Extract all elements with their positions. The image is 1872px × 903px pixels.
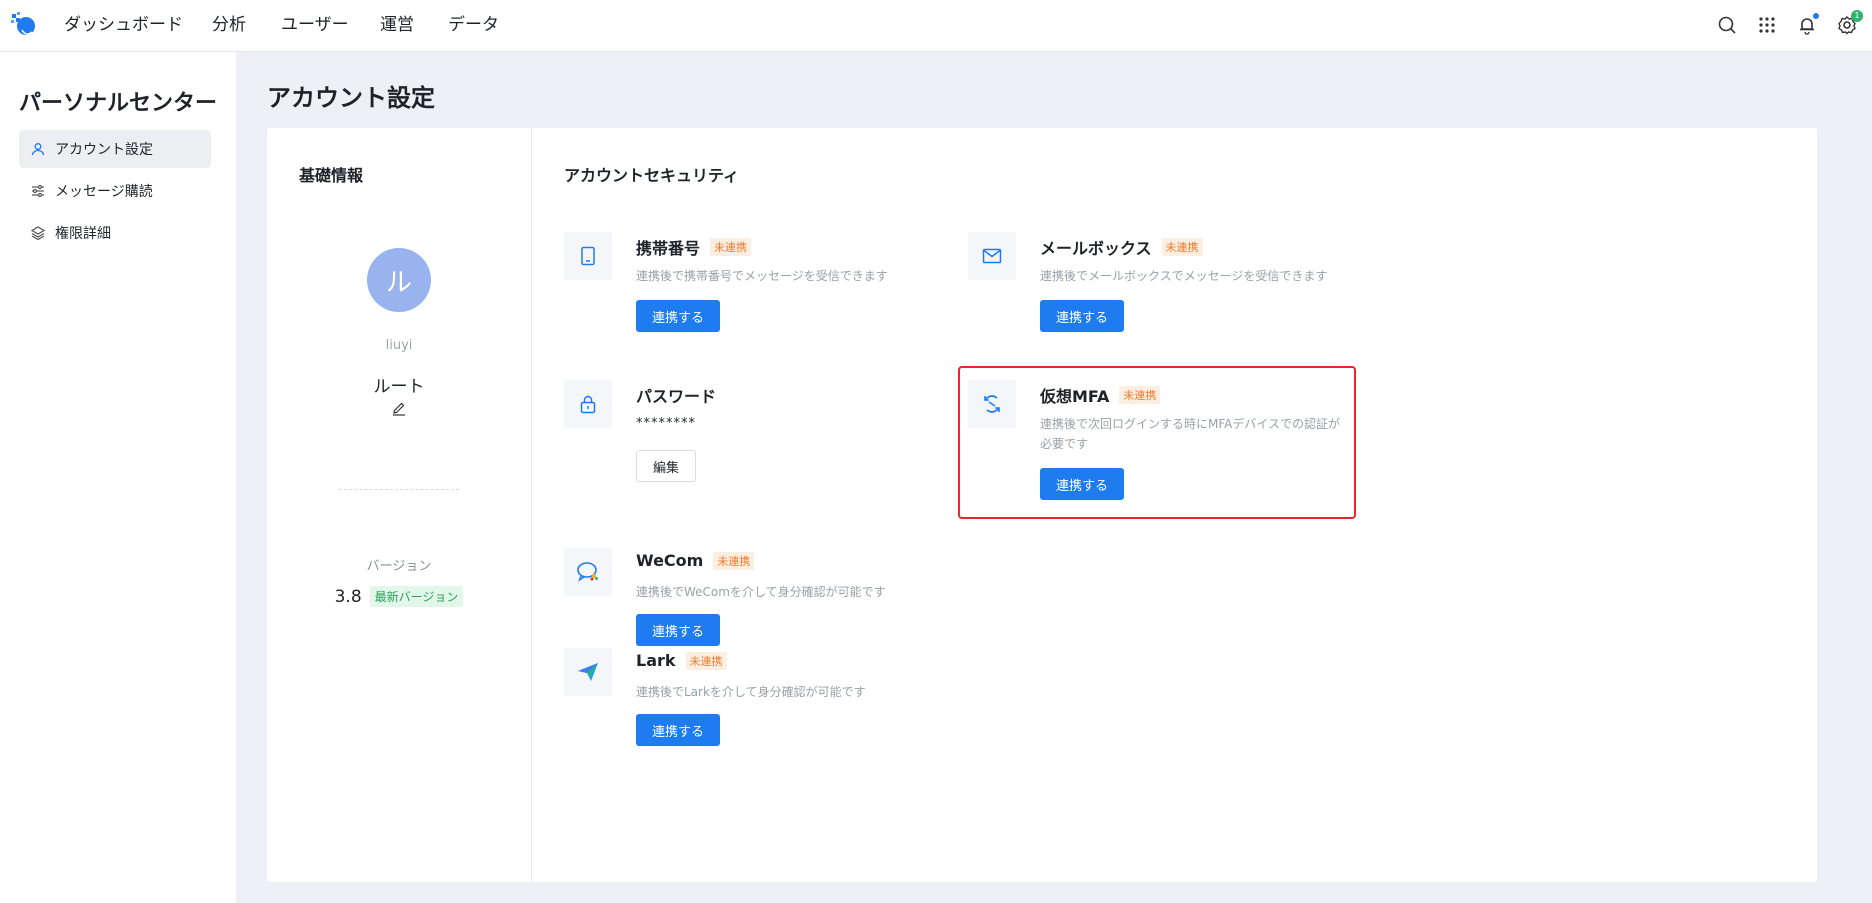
link-wecom-button[interactable]: 連携する (636, 614, 721, 646)
wecom-binding-item: WeCom 未連携 連携後でWeComを介して身分確認が可能です 連携する (564, 548, 924, 646)
phone-binding-item: 携帯番号 未連携 連携後で携帯番号でメッセージを受信できます 連携する (564, 232, 924, 342)
account-settings-card: 基礎情報 ル liuyi ルート バージョン 3.8 最新バージョン アカウント… (267, 128, 1817, 882)
avatar[interactable]: ル (367, 248, 431, 312)
unlinked-tag: 未連携 (1119, 386, 1161, 404)
settings-badge: 1 (1851, 10, 1863, 22)
item-description: 連携後でメールボックスでメッセージを受信できます (1040, 269, 1328, 283)
apps-grid-icon[interactable] (1754, 12, 1780, 38)
sidebar-item-label: メッセージ購読 (55, 184, 153, 200)
role-name: ルート (373, 377, 425, 397)
notification-dot (1813, 13, 1819, 19)
wecom-icon (564, 548, 612, 596)
nav-users[interactable]: ユーザー (281, 14, 349, 36)
item-title: 携帯番号 未連携 (636, 235, 752, 259)
link-phone-button[interactable]: 連携する (636, 300, 721, 332)
item-title: Lark 未連携 (636, 651, 727, 670)
nav-operations[interactable]: 運営 (380, 14, 414, 36)
basic-info-title: 基礎情報 (299, 166, 364, 185)
mailbox-binding-item: メールボックス 未連携 連携後でメールボックスでメッセージを受信できます 連携する (968, 232, 1348, 342)
lock-icon (564, 380, 612, 428)
sidebar-title: パーソナルセンター (19, 91, 218, 116)
phone-icon (564, 232, 612, 280)
unlinked-tag: 未連携 (685, 651, 727, 670)
version-row: 3.8 最新バージョン (267, 586, 531, 607)
version-number: 3.8 (334, 586, 362, 607)
password-mask: ******** (636, 416, 696, 431)
layers-icon (29, 224, 47, 242)
nav-analysis[interactable]: 分析 (212, 14, 246, 36)
top-nav: ダッシュボード 分析 ユーザー 運営 データ 1 (0, 0, 1872, 52)
mail-icon (968, 232, 1016, 280)
nav-dashboard[interactable]: ダッシュボード (64, 14, 183, 36)
sidebar-item-message-subscription[interactable]: メッセージ購読 (19, 172, 211, 210)
mfa-icon (968, 380, 1016, 428)
sliders-icon (29, 182, 47, 200)
unlinked-tag: 未連携 (710, 238, 752, 256)
account-security-title: アカウントセキュリティ (564, 166, 740, 185)
item-description: 連携後でWeComを介して身分確認が可能です (636, 585, 886, 599)
item-title: 仮想MFA 未連携 (1040, 383, 1161, 407)
sidebar-item-label: アカウント設定 (55, 142, 153, 158)
nav-data[interactable]: データ (448, 14, 499, 36)
link-mailbox-button[interactable]: 連携する (1040, 300, 1125, 332)
settings-gear-icon[interactable]: 1 (1834, 10, 1863, 38)
page-title: アカウント設定 (267, 84, 435, 112)
avatar-initial: ル (385, 267, 412, 298)
bell-icon[interactable] (1794, 12, 1820, 38)
latest-version-badge: 最新バージョン (369, 586, 464, 607)
item-title: メールボックス 未連携 (1040, 235, 1203, 259)
brand-logo-icon[interactable] (8, 10, 38, 40)
link-lark-button[interactable]: 連携する (636, 714, 721, 746)
link-mfa-button[interactable]: 連携する (1040, 468, 1125, 500)
version-label: バージョン (366, 559, 432, 574)
sidebar-item-permission-details[interactable]: 権限詳細 (19, 214, 211, 252)
edit-password-button[interactable]: 編集 (636, 450, 697, 482)
sidebar-item-account-settings[interactable]: アカウント設定 (19, 130, 211, 168)
sidebar-item-label: 権限詳細 (55, 226, 111, 242)
item-title: パスワード (636, 387, 717, 406)
password-item: パスワード ******** 編集 (564, 380, 924, 490)
sidebar: パーソナルセンター アカウント設定 メッセージ購読 権限詳細 (0, 52, 236, 903)
item-title: WeCom 未連携 (636, 551, 755, 570)
item-description: 連携後で携帯番号でメッセージを受信できます (636, 269, 888, 283)
user-icon (29, 140, 47, 158)
username: liuyi (385, 338, 413, 353)
item-description: 連携後でLarkを介して身分確認が可能です (636, 685, 866, 699)
virtual-mfa-item: 仮想MFA 未連携 連携後で次回ログインする時にMFAデバイスでの認証が 必要です… (968, 380, 1348, 510)
unlinked-tag: 未連携 (713, 551, 755, 570)
dashed-divider (339, 489, 459, 490)
edit-pencil-icon[interactable] (391, 401, 407, 417)
item-description: 連携後で次回ログインする時にMFAデバイスでの認証が 必要です (1040, 417, 1341, 451)
vertical-divider (531, 128, 532, 882)
unlinked-tag: 未連携 (1161, 238, 1203, 256)
lark-icon (564, 648, 612, 696)
lark-binding-item: Lark 未連携 連携後でLarkを介して身分確認が可能です 連携する (564, 648, 924, 758)
search-icon[interactable] (1714, 12, 1740, 38)
